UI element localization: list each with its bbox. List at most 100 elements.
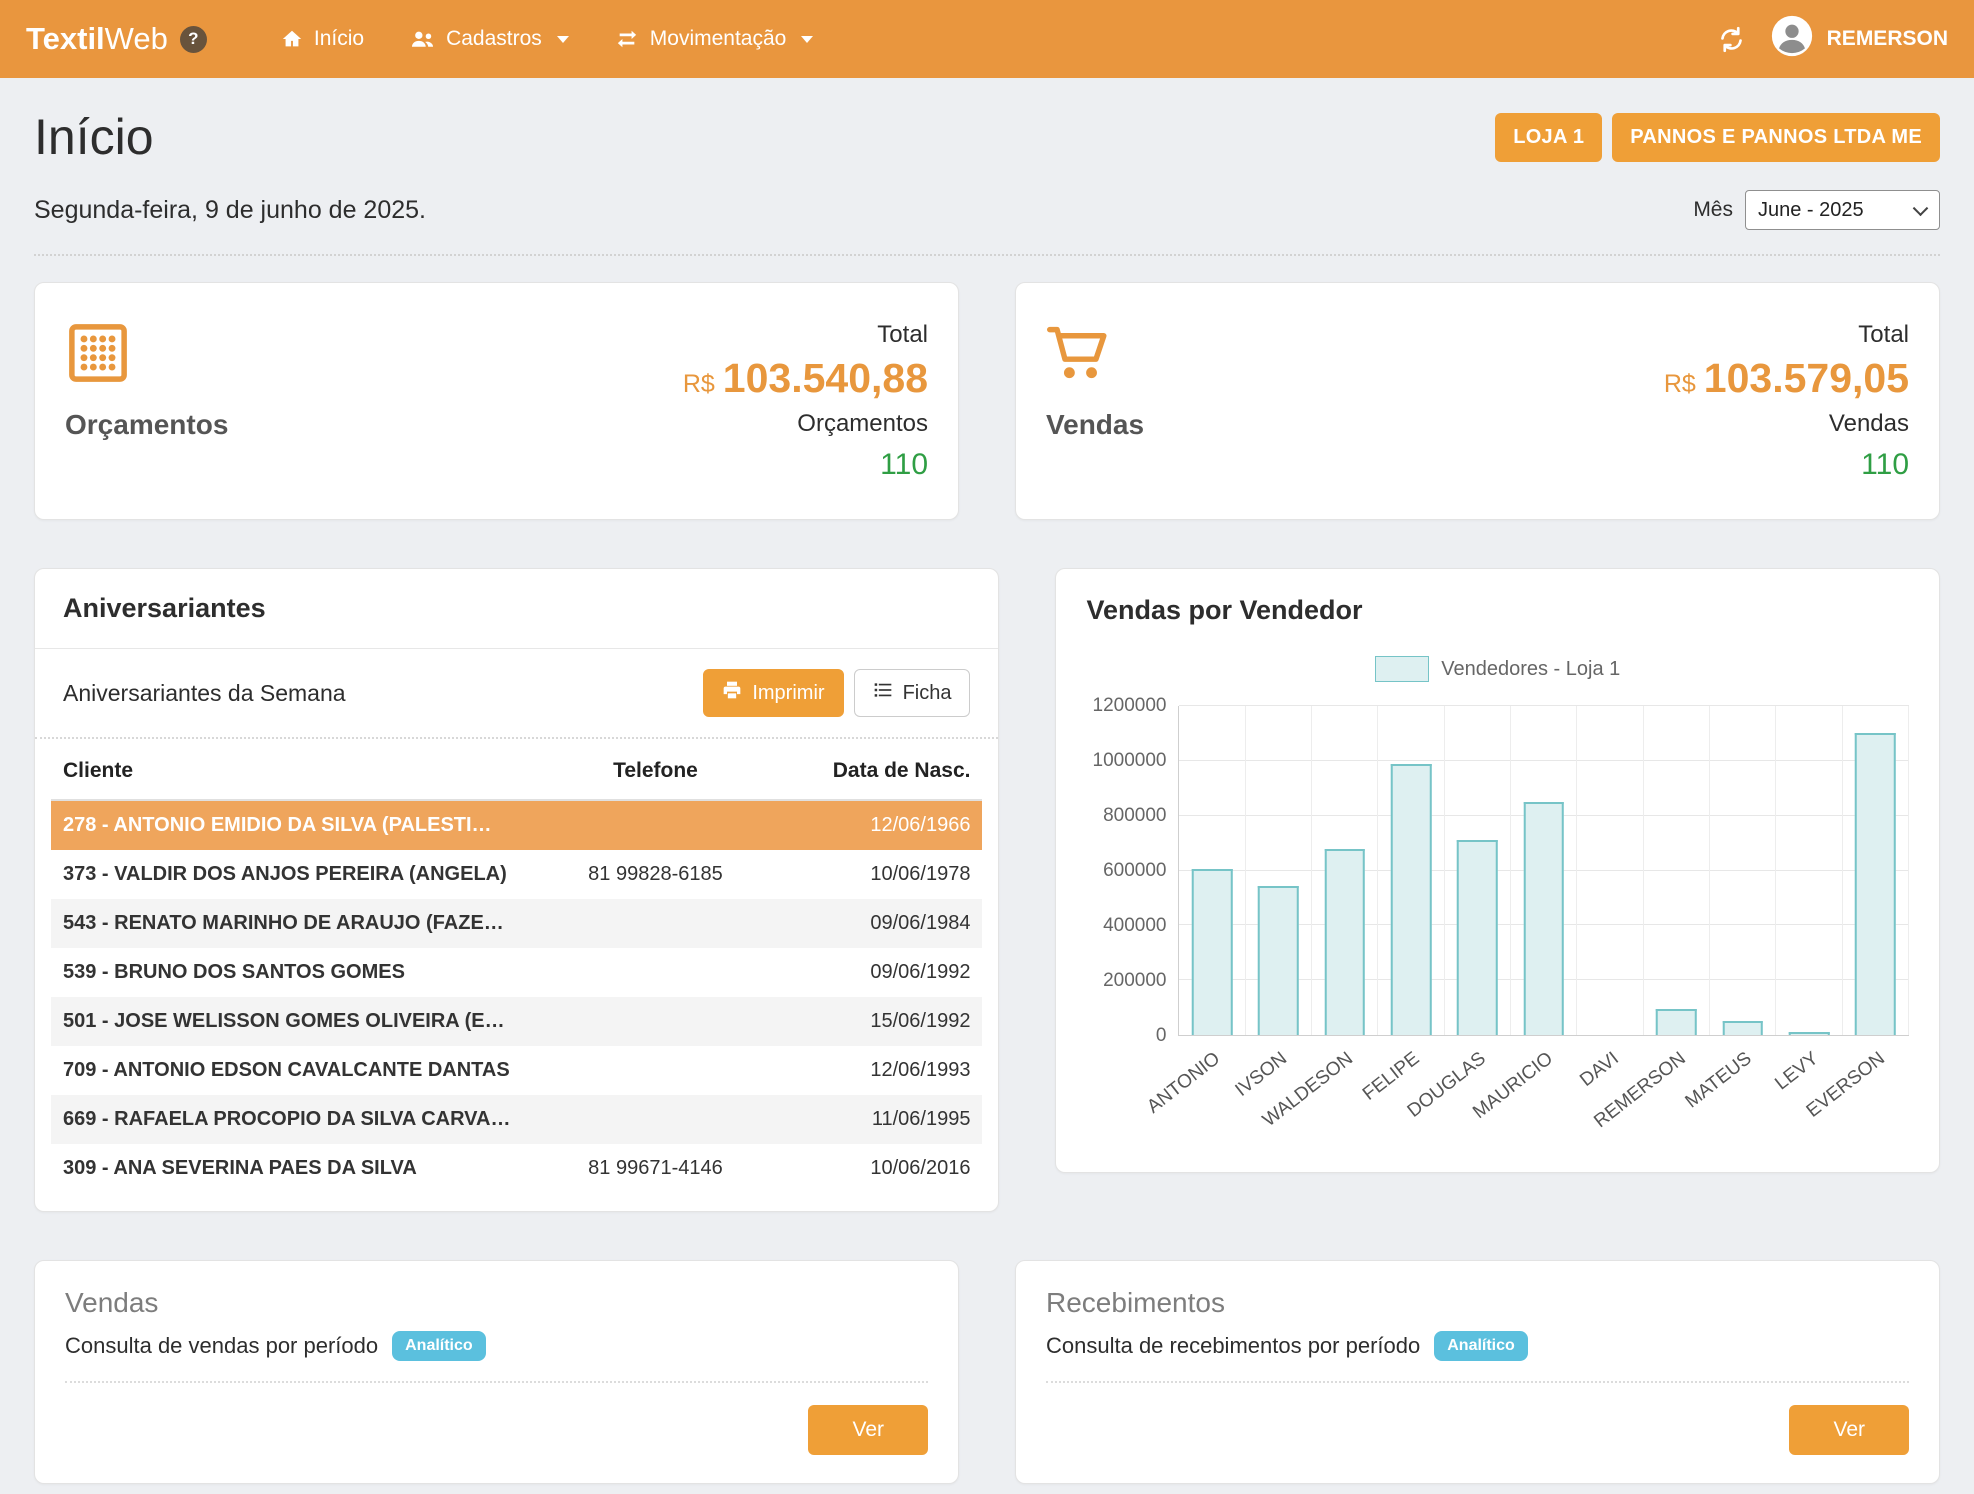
birthday-row[interactable]: 278 - ANTONIO EMIDIO DA SILVA (PALESTI…1… — [51, 801, 982, 850]
y-tick-label: 200000 — [1103, 970, 1166, 992]
bar-douglas — [1457, 840, 1498, 1035]
birthday-row[interactable]: 709 - ANTONIO EDSON CAVALCANTE DANTAS12/… — [51, 1046, 982, 1095]
birthday-row[interactable]: 373 - VALDIR DOS ANJOS PEREIRA (ANGELA)8… — [51, 850, 982, 899]
month-label: Mês — [1693, 198, 1733, 222]
analitico-badge: Analítico — [392, 1331, 486, 1361]
nav-item-cadastros[interactable]: Cadastros — [390, 15, 589, 63]
print-button[interactable]: Imprimir — [703, 669, 843, 717]
chart-slot — [1312, 706, 1378, 1035]
birthday-row[interactable]: 669 - RAFAELA PROCOPIO DA SILVA CARVA… 11… — [51, 1095, 982, 1144]
y-tick-label: 600000 — [1103, 860, 1166, 882]
bar-antonio — [1192, 869, 1233, 1035]
x-tick-label: LEVY — [1771, 1048, 1823, 1095]
birthday-row[interactable]: 309 - ANA SEVERINA PAES DA SILVA81 99671… — [51, 1144, 982, 1193]
chart-slot — [1644, 706, 1710, 1035]
brand-text: TextilWeb — [26, 21, 168, 57]
birthdays-table: Cliente Telefone Data de Nasc. 278 - ANT… — [35, 739, 998, 1211]
client-cell: 501 - JOSE WELISSON GOMES OLIVEIRA (E… — [63, 1010, 530, 1033]
chart-legend[interactable]: Vendedores - Loja 1 — [1086, 656, 1909, 682]
bar-ivson — [1258, 886, 1299, 1035]
ficha-button-label: Ficha — [903, 682, 952, 705]
legend-swatch — [1375, 656, 1429, 682]
chart-y-axis: 020000040000060000080000010000001200000 — [1086, 706, 1178, 1036]
stat-value: R$103.540,88 — [683, 353, 928, 404]
birthdate-cell: 15/06/1992 — [780, 1010, 970, 1033]
client-cell: 669 - RAFAELA PROCOPIO DA SILVA CARVA… — [63, 1108, 530, 1131]
y-tick-label: 1200000 — [1093, 695, 1167, 717]
calculator-icon — [65, 317, 228, 389]
y-tick-label: 1000000 — [1093, 750, 1167, 772]
x-slot: MATEUS — [1710, 1036, 1776, 1142]
bar-remerson — [1656, 1009, 1697, 1035]
bar-mauricio — [1524, 802, 1565, 1035]
chart-slot — [1246, 706, 1312, 1035]
x-slot: MAURICIO — [1511, 1036, 1577, 1142]
bar-mateus — [1723, 1021, 1764, 1035]
birthday-row[interactable]: 501 - JOSE WELISSON GOMES OLIVEIRA (E… 15… — [51, 997, 982, 1046]
company-button[interactable]: PANNOS E PANNOS LTDA ME — [1612, 113, 1940, 162]
birthday-row[interactable]: 539 - BRUNO DOS SANTOS GOMES09/06/1992 — [51, 948, 982, 997]
stat-count-label: Vendas — [1664, 404, 1909, 445]
refresh-icon[interactable] — [1718, 26, 1745, 53]
nav-item-movimentacao[interactable]: Movimentação — [595, 15, 834, 63]
stat-total-label: Total — [683, 317, 928, 353]
chart-slot — [1843, 706, 1909, 1035]
client-cell: 709 - ANTONIO EDSON CAVALCANTE DANTAS — [63, 1059, 530, 1082]
birthdays-title: Aniversariantes — [35, 569, 998, 649]
report-title: Vendas — [65, 1287, 928, 1319]
recebimentos-report-card: Recebimentos Consulta de recebimentos po… — [1015, 1260, 1940, 1484]
bar-felipe — [1391, 764, 1432, 1035]
report-title: Recebimentos — [1046, 1287, 1909, 1319]
user-menu[interactable]: REMERSON — [1771, 15, 1948, 63]
birthdays-subtitle: Aniversariantes da Semana — [63, 680, 346, 707]
birthdays-panel: Aniversariantes Aniversariantes da Seman… — [34, 568, 999, 1212]
stat-label: Vendas — [1046, 409, 1144, 441]
phone-cell: 81 99828-6185 — [530, 863, 780, 886]
legend-label: Vendedores - Loja 1 — [1441, 658, 1620, 681]
cart-icon — [1046, 317, 1144, 389]
ver-recebimentos-button[interactable]: Ver — [1789, 1405, 1909, 1455]
column-telefone: Telefone — [530, 759, 780, 783]
ficha-button[interactable]: Ficha — [854, 669, 971, 717]
client-cell: 373 - VALDIR DOS ANJOS PEREIRA (ANGELA) — [63, 863, 530, 886]
column-data-nasc: Data de Nasc. — [780, 759, 970, 783]
nav-item-inicio[interactable]: Início — [261, 15, 384, 63]
stat-total-label: Total — [1664, 317, 1909, 353]
ver-vendas-button[interactable]: Ver — [808, 1405, 928, 1455]
birthdate-cell: 12/06/1966 — [780, 814, 970, 837]
store-button[interactable]: LOJA 1 — [1495, 113, 1602, 162]
current-date: Segunda-feira, 9 de junho de 2025. — [34, 196, 426, 225]
birthdate-cell: 11/06/1995 — [780, 1108, 970, 1131]
chart-x-axis: ANTONIOIVSONWALDESONFELIPEDOUGLASMAURICI… — [1178, 1036, 1909, 1142]
column-cliente: Cliente — [63, 759, 530, 783]
printer-icon — [722, 680, 742, 706]
bar-waldeson — [1325, 849, 1366, 1035]
stat-value: R$103.579,05 — [1664, 353, 1909, 404]
x-slot: EVERSON — [1843, 1036, 1909, 1142]
stat-label: Orçamentos — [65, 409, 228, 441]
navbar-right: REMERSON — [1718, 15, 1948, 63]
client-cell: 539 - BRUNO DOS SANTOS GOMES — [63, 961, 530, 984]
help-icon[interactable]: ? — [180, 26, 207, 53]
client-cell: 543 - RENATO MARINHO DE ARAUJO (FAZE… — [63, 912, 530, 935]
y-tick-label: 400000 — [1103, 915, 1166, 937]
chart-title: Vendas por Vendedor — [1056, 569, 1939, 632]
month-select[interactable]: June - 2025 — [1745, 190, 1940, 230]
list-icon — [873, 680, 893, 706]
birthday-row[interactable]: 543 - RENATO MARINHO DE ARAUJO (FAZE…09/… — [51, 899, 982, 948]
nav-item-label: Cadastros — [446, 27, 542, 51]
vendas-report-card: Vendas Consulta de vendas por período An… — [34, 1260, 959, 1484]
exchange-icon — [615, 28, 639, 50]
divider — [34, 254, 1940, 256]
birthdate-cell: 10/06/2016 — [780, 1157, 970, 1180]
report-description: Consulta de vendas por período — [65, 1333, 378, 1359]
x-tick-label: ANTONIO — [1144, 1048, 1225, 1118]
avatar — [1771, 15, 1813, 63]
chart-slot — [1710, 706, 1776, 1035]
top-navbar: TextilWeb ? Início Cadastros Movimentaçã… — [0, 0, 1974, 78]
brand-logo[interactable]: TextilWeb ? — [26, 21, 207, 57]
orcamentos-card: Orçamentos Total R$103.540,88 Orçamentos… — [34, 282, 959, 520]
analitico-badge: Analítico — [1434, 1331, 1528, 1361]
phone-cell: 81 99671-4146 — [530, 1157, 780, 1180]
chart-plot — [1178, 706, 1909, 1036]
